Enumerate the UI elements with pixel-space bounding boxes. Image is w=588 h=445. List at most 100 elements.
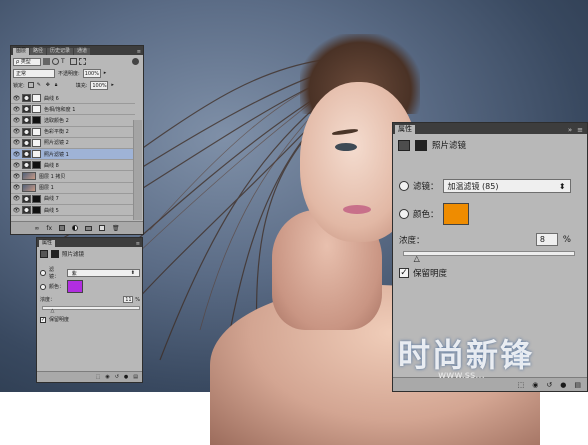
layer-row[interactable]: 👁︎ 图层 1 拷贝 (11, 171, 135, 183)
layer-row[interactable]: 👁︎ 图层 1 (11, 183, 135, 194)
visibility-eye-icon[interactable]: 👁︎ (12, 150, 21, 159)
layer-mask-thumbnail[interactable] (32, 206, 41, 215)
reset-icon[interactable]: ↺ (546, 381, 552, 389)
visibility-icon[interactable]: ● (560, 381, 566, 389)
tab-paths[interactable]: 路径 (30, 48, 47, 55)
layer-row[interactable]: 👁︎ 选取颜色 2 (11, 115, 135, 127)
density-field-large[interactable]: 8 (535, 233, 558, 246)
visibility-eye-icon[interactable]: 👁︎ (12, 172, 21, 181)
filter-select-small[interactable]: 紫 ⬍ (66, 269, 140, 277)
visibility-eye-icon[interactable]: 👁︎ (12, 105, 21, 114)
layer-mask-thumbnail[interactable] (32, 94, 41, 103)
layer-mask-thumbnail[interactable] (32, 116, 41, 125)
layer-name: 曲线 5 (44, 207, 59, 214)
layer-row[interactable]: 👁︎ 曲线 7 (11, 194, 135, 205)
adjustment-filter-icon[interactable] (52, 58, 59, 65)
tab-channels[interactable]: 通道 (74, 48, 91, 55)
opacity-field[interactable]: 100% (82, 68, 101, 78)
layer-mask-thumbnail[interactable] (32, 105, 41, 114)
eye (335, 143, 357, 151)
lock-pixels-icon[interactable]: ✎ (37, 82, 43, 88)
panel-menu-icon[interactable]: ≡ (136, 241, 142, 247)
color-swatch-small[interactable] (67, 280, 84, 293)
lock-transparent-icon[interactable] (27, 82, 34, 88)
visibility-eye-icon[interactable]: 👁︎ (12, 183, 21, 192)
fill-field[interactable]: 100% (90, 80, 109, 90)
panel-menu-icon[interactable]: ≡ (577, 126, 587, 134)
reset-icon[interactable]: ↺ (115, 374, 119, 380)
layer-type-icon (22, 105, 31, 114)
lock-all-icon[interactable]: 🔒︎ (55, 82, 61, 88)
layer-row[interactable]: 👁︎ 曲线 5 (11, 205, 135, 217)
layer-mask-thumbnail[interactable] (32, 161, 41, 170)
layer-row[interactable]: 👁︎ 曲线 6 (11, 93, 135, 105)
collapse-icon[interactable]: » (568, 126, 576, 134)
layer-mask-thumbnail[interactable] (32, 150, 41, 159)
filter-select-large[interactable]: 加温滤镜 (85) ⬍ (442, 179, 571, 193)
tab-properties[interactable]: 属性 (395, 125, 415, 134)
filter-radio-small[interactable] (40, 270, 46, 276)
tab-history[interactable]: 历史记录 (47, 48, 74, 55)
layer-mask-thumbnail[interactable] (32, 127, 41, 136)
smart-object-filter-icon[interactable] (79, 58, 86, 65)
visibility-eye-icon[interactable]: 👁︎ (12, 194, 21, 203)
adjustment-layer-icon[interactable] (72, 225, 79, 231)
mask-icon[interactable] (415, 139, 427, 151)
properties-large-title: 照片滤镜 (432, 141, 467, 151)
new-group-icon[interactable] (85, 225, 93, 231)
layer-row[interactable]: 👁︎ 曲线 8 (11, 160, 135, 172)
visibility-eye-icon[interactable]: 👁︎ (12, 94, 21, 103)
density-field-small[interactable]: 11 (123, 296, 134, 303)
clip-to-layer-icon[interactable]: ⬚ (96, 374, 101, 380)
delete-layer-icon[interactable]: 🗑︎ (112, 225, 120, 232)
layer-mask-thumbnail[interactable] (32, 194, 41, 203)
density-slider-large[interactable]: △ (403, 251, 575, 263)
view-previous-icon[interactable]: ◉ (105, 374, 109, 380)
delete-adjustment-icon[interactable]: ▤ (133, 374, 138, 380)
preserve-checkbox-large[interactable]: ✓ (399, 268, 409, 278)
lock-label: 锁定: (13, 82, 25, 89)
layer-type-icon (22, 150, 31, 159)
blend-mode-select[interactable]: 正常 (13, 68, 55, 78)
color-swatch-large[interactable] (442, 203, 469, 225)
pixel-filter-icon[interactable] (43, 58, 50, 65)
density-slider-thumb-large[interactable]: △ (414, 255, 420, 263)
layer-filter-select[interactable]: ρ 类型 (13, 57, 41, 66)
view-previous-icon[interactable]: ◉ (532, 381, 538, 389)
layer-mask-icon[interactable] (59, 225, 66, 231)
filter-toggle-icon[interactable] (132, 58, 139, 65)
density-slider-thumb-small[interactable]: △ (51, 309, 55, 314)
filter-radio-large[interactable] (399, 181, 409, 191)
visibility-eye-icon[interactable]: 👁︎ (12, 127, 21, 136)
new-layer-icon[interactable] (99, 225, 106, 231)
layer-name: 照片滤镜 1 (44, 151, 69, 158)
visibility-icon[interactable]: ● (124, 374, 128, 380)
layer-row[interactable]: 👁︎ 照片滤镜 1 (11, 149, 135, 161)
fill-arrow-icon[interactable]: ▸ (111, 82, 114, 88)
clip-to-layer-icon[interactable]: ⬚ (518, 381, 525, 389)
visibility-eye-icon[interactable]: 👁︎ (12, 138, 21, 147)
opacity-arrow-icon[interactable]: ▸ (104, 70, 107, 76)
tab-properties[interactable]: 属性 (39, 240, 56, 247)
layer-style-icon[interactable]: fx (46, 225, 52, 232)
layer-row[interactable]: 👁︎ 色相/饱和度 1 (11, 104, 135, 116)
density-slider-small[interactable]: △ (42, 306, 140, 314)
shape-filter-icon[interactable] (70, 58, 77, 65)
lock-position-icon[interactable]: ✥ (46, 82, 52, 88)
layers-scrollbar[interactable] (133, 120, 142, 220)
layer-row[interactable]: 👁︎ 照片滤镜 2 (11, 138, 135, 149)
color-radio-large[interactable] (399, 209, 409, 219)
visibility-eye-icon[interactable]: 👁︎ (12, 206, 21, 215)
type-filter-icon[interactable]: T (61, 58, 68, 65)
layer-mask-thumbnail[interactable] (32, 138, 41, 147)
preserve-checkbox-small[interactable]: ✓ (40, 316, 46, 323)
link-layers-icon[interactable]: ∞ (34, 225, 39, 232)
panel-menu-icon[interactable]: ≡ (137, 49, 143, 55)
mask-icon[interactable] (51, 250, 59, 258)
tab-layers[interactable]: 图层 (13, 48, 30, 55)
color-radio-small[interactable] (40, 283, 46, 290)
layer-row[interactable]: 👁︎ 色彩平衡 2 (11, 127, 135, 138)
visibility-eye-icon[interactable]: 👁︎ (12, 116, 21, 125)
visibility-eye-icon[interactable]: 👁︎ (12, 161, 21, 170)
delete-adjustment-icon[interactable]: ▤ (574, 381, 581, 389)
